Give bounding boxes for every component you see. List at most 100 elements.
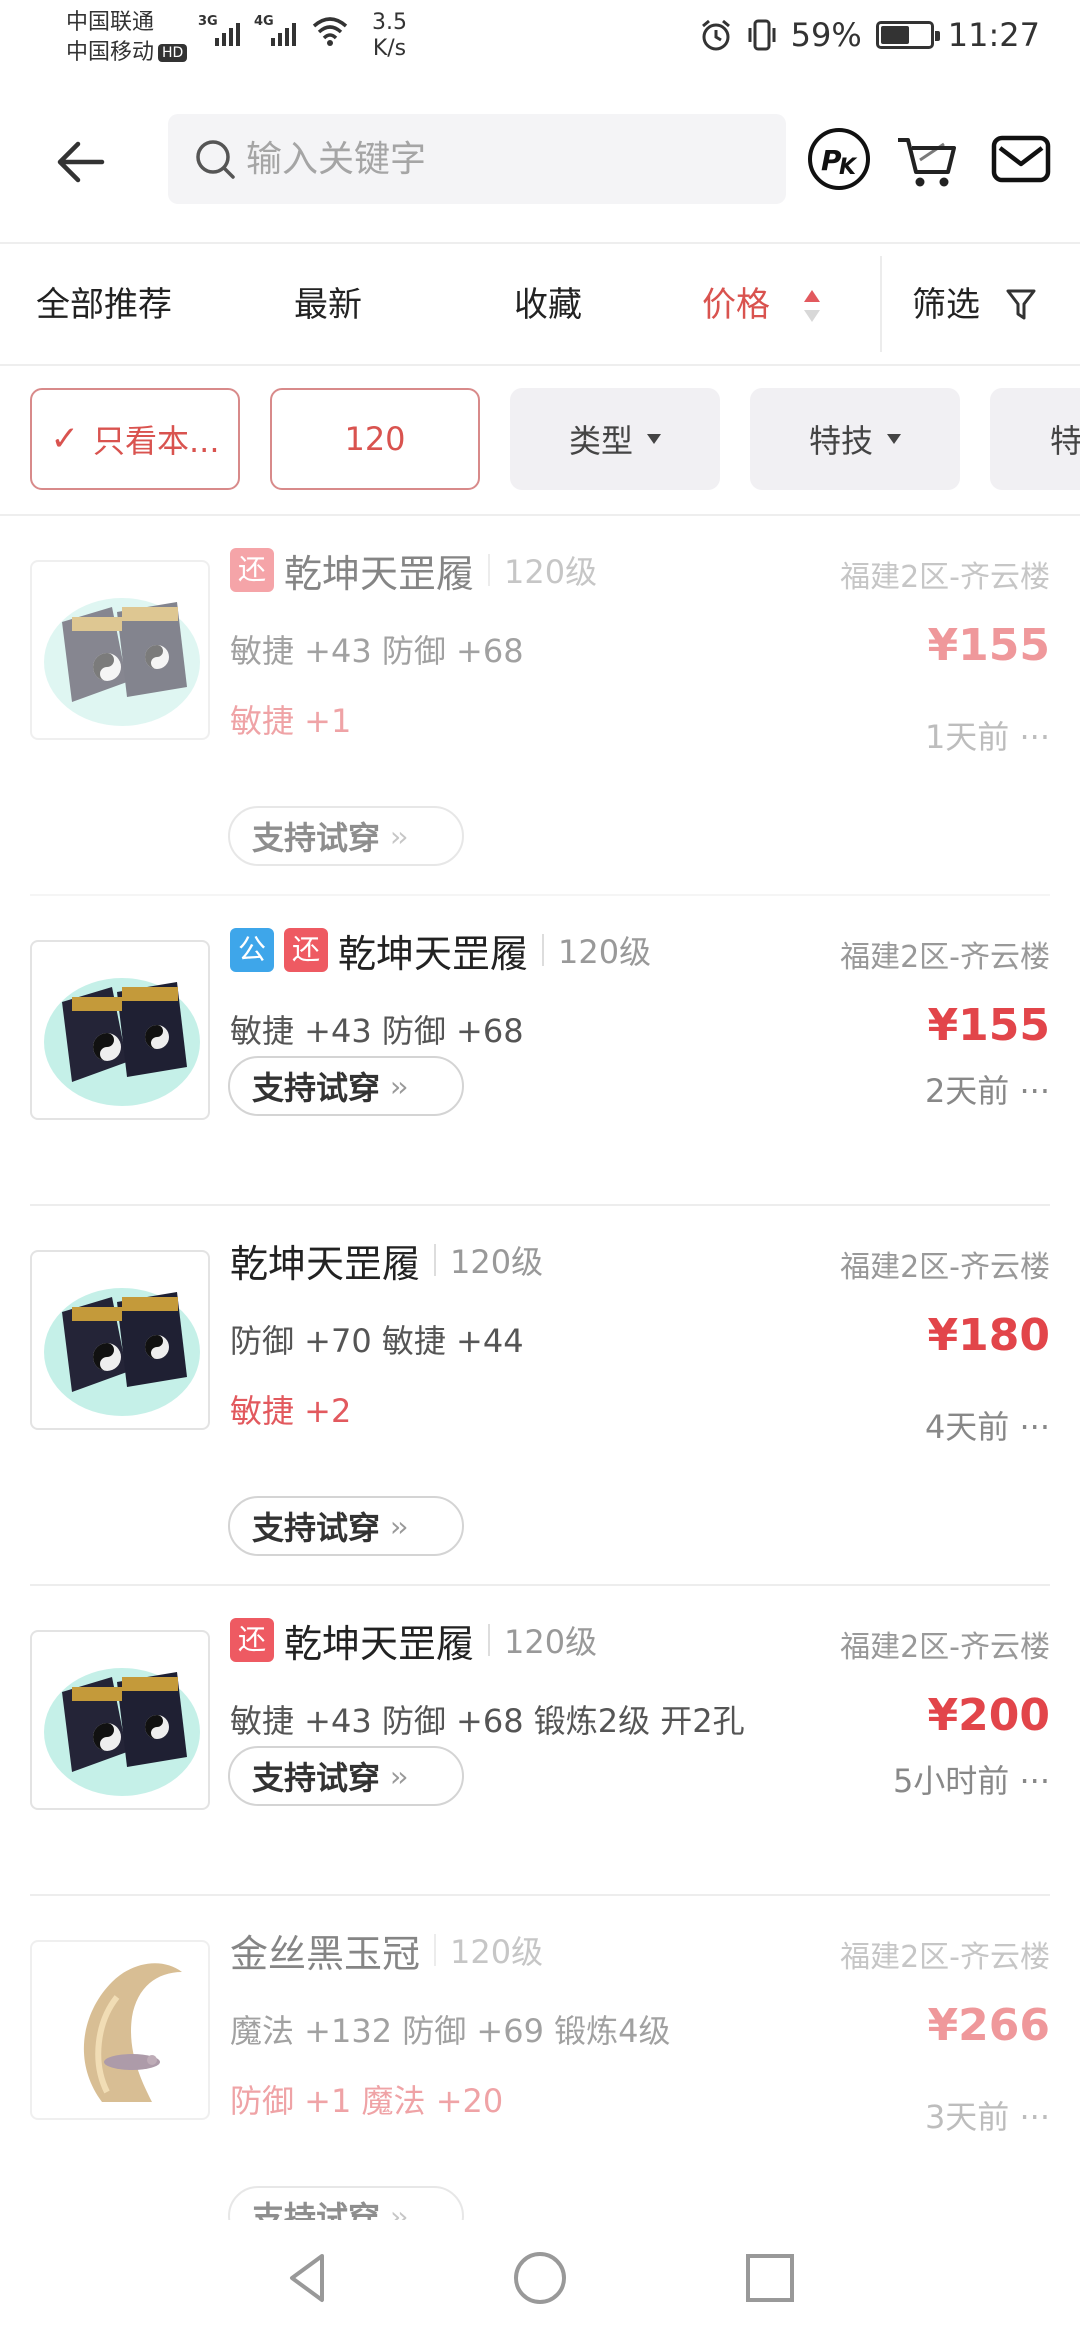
chevron-right-icon: ›› [390, 1509, 409, 1543]
signal-4g-icon: 4G [254, 14, 296, 48]
item-level: 120级 [450, 1243, 544, 1281]
battery-icon [875, 21, 940, 49]
battery-percent: 59% [790, 16, 862, 54]
item-thumbnail [30, 940, 210, 1120]
try-on-button[interactable]: 支持试穿 ›› [228, 2186, 464, 2220]
clock: 11:27 [947, 16, 1040, 54]
boots-image [44, 978, 200, 1106]
carrier-info: 中国联通 中国移动 HD [66, 8, 188, 68]
try-on-button[interactable]: 支持试穿 ›› [228, 1496, 464, 1556]
list-item[interactable]: 公 还 乾坤天罡履 120级 福建2区-齐云楼 敏捷 +43 防御 +68 ¥1… [0, 896, 1080, 1206]
tab-latest[interactable]: 最新 [294, 244, 362, 366]
list-item[interactable]: 还 乾坤天罡履 120级 福建2区-齐云楼 敏捷 +43 防御 +68 ¥155… [0, 516, 1080, 896]
status-bar: 中国联通 中国移动 HD 3G 4G 3.5 K/s 59% 11:27 [0, 0, 1080, 80]
try-on-button[interactable]: 支持试穿 ›› [228, 1056, 464, 1116]
recents-square-icon[interactable] [740, 2248, 800, 2308]
item-bonus: 敏捷 +2 [230, 1392, 352, 1430]
carrier-2: 中国移动 [66, 40, 155, 65]
try-on-label: 支持试穿 [252, 1069, 381, 1107]
item-price: ¥180 [927, 1310, 1050, 1361]
title-separator [542, 934, 545, 966]
item-bonus: 防御 +1 魔法 +20 [230, 2082, 504, 2120]
item-thumbnail [30, 1630, 210, 1810]
filter-chips: ✓ 只看本... 120 类型 特技 特 [0, 388, 1080, 492]
pk-icon[interactable]: P K [806, 126, 872, 192]
network-speed: 3.5 K/s [372, 10, 407, 61]
badge-return: 还 [230, 1618, 274, 1662]
tab-price[interactable]: 价格 [702, 244, 770, 366]
item-time[interactable]: 2天前 ··· [925, 1066, 1050, 1112]
item-server: 福建2区-齐云楼 [840, 1630, 1050, 1665]
back-arrow-icon[interactable] [50, 130, 114, 194]
list-item[interactable]: 还 乾坤天罡履 120级 福建2区-齐云楼 敏捷 +43 防御 +68 锻炼2级… [0, 1586, 1080, 1896]
title-separator [434, 1934, 437, 1966]
search-input[interactable] [246, 114, 766, 204]
chevron-right-icon: ›› [390, 819, 409, 853]
search-box[interactable] [168, 114, 786, 204]
signal-indicators: 3G 4G [198, 14, 350, 48]
system-nav-bar [0, 2220, 1080, 2340]
item-name: 乾坤天罡履 [338, 931, 529, 976]
item-stats: 敏捷 +43 防御 +68 [230, 1012, 524, 1050]
title-separator [434, 1244, 437, 1276]
chip-type[interactable]: 类型 [510, 388, 720, 490]
signal-3g-icon: 3G [198, 14, 240, 48]
back-triangle-icon[interactable] [278, 2248, 338, 2308]
chip-label: 特 [1050, 422, 1080, 460]
chip-only-this-server[interactable]: ✓ 只看本... [30, 388, 240, 490]
search-icon [196, 140, 235, 179]
chip-special-skill[interactable]: 特技 [750, 388, 960, 490]
list-item[interactable]: 金丝黑玉冠 120级 福建2区-齐云楼 魔法 +132 防御 +69 锻炼4级 … [0, 1896, 1080, 2220]
item-stats: 敏捷 +43 防御 +68 [230, 632, 524, 670]
try-on-button[interactable]: 支持试穿 ›› [228, 806, 464, 866]
hd-badge: HD [158, 44, 188, 62]
tab-favorites[interactable]: 收藏 [514, 244, 582, 366]
item-level: 120级 [450, 1933, 544, 1971]
item-thumbnail [30, 1250, 210, 1430]
item-price: ¥155 [927, 620, 1050, 671]
item-time[interactable]: 3天前 ··· [925, 2092, 1050, 2138]
item-price: ¥155 [927, 1000, 1050, 1051]
sort-arrows-icon [804, 290, 820, 322]
item-price: ¥200 [927, 1690, 1050, 1741]
home-circle-icon[interactable] [510, 2248, 570, 2308]
item-time[interactable]: 1天前 ··· [925, 712, 1050, 758]
try-on-button[interactable]: 支持试穿 ›› [228, 1746, 464, 1806]
filter-funnel-icon[interactable] [1006, 288, 1036, 322]
boots-image [44, 1668, 200, 1796]
list-item[interactable]: 乾坤天罡履 120级 福建2区-齐云楼 防御 +70 敏捷 +44 ¥180 敏… [0, 1206, 1080, 1586]
item-price: ¥266 [927, 2000, 1050, 2051]
item-server: 福建2区-齐云楼 [840, 1250, 1050, 1285]
system-indicators: 59% 11:27 [699, 16, 1040, 54]
crown-image [83, 1963, 182, 2102]
sort-separator [880, 256, 882, 352]
alarm-icon [701, 19, 730, 51]
try-on-label: 支持试穿 [252, 1759, 381, 1797]
tab-filter[interactable]: 筛选 [912, 244, 980, 366]
item-level: 120级 [504, 553, 598, 591]
chip-special-effect[interactable]: 特 [990, 388, 1080, 490]
item-server: 福建2区-齐云楼 [840, 560, 1050, 595]
item-stats: 防御 +70 敏捷 +44 [230, 1322, 524, 1360]
item-name: 乾坤天罡履 [284, 1621, 475, 1666]
item-bonus: 敏捷 +1 [230, 702, 352, 740]
item-name: 金丝黑玉冠 [230, 1931, 421, 1976]
title-separator [488, 554, 491, 586]
tab-recommended[interactable]: 全部推荐 [36, 244, 172, 366]
try-on-label: 支持试穿 [252, 819, 381, 857]
listing: 还 乾坤天罡履 120级 福建2区-齐云楼 敏捷 +43 防御 +68 ¥155… [0, 516, 1080, 2220]
try-on-label: 支持试穿 [252, 2199, 381, 2220]
chevron-right-icon: ›› [390, 1069, 409, 1103]
cart-icon[interactable] [894, 126, 960, 192]
chip-label: 只看本... [92, 422, 220, 460]
item-time[interactable]: 5小时前 ··· [893, 1756, 1050, 1802]
item-name: 乾坤天罡履 [284, 551, 475, 596]
chip-label: 类型 [568, 422, 633, 460]
item-level: 120级 [504, 1623, 598, 1661]
chip-label: 特技 [808, 422, 873, 460]
item-time[interactable]: 4天前 ··· [925, 1402, 1050, 1448]
check-icon: ✓ [50, 419, 79, 459]
mail-icon[interactable] [988, 126, 1054, 192]
chip-level[interactable]: 120 [270, 388, 480, 490]
item-name: 乾坤天罡履 [230, 1241, 421, 1286]
